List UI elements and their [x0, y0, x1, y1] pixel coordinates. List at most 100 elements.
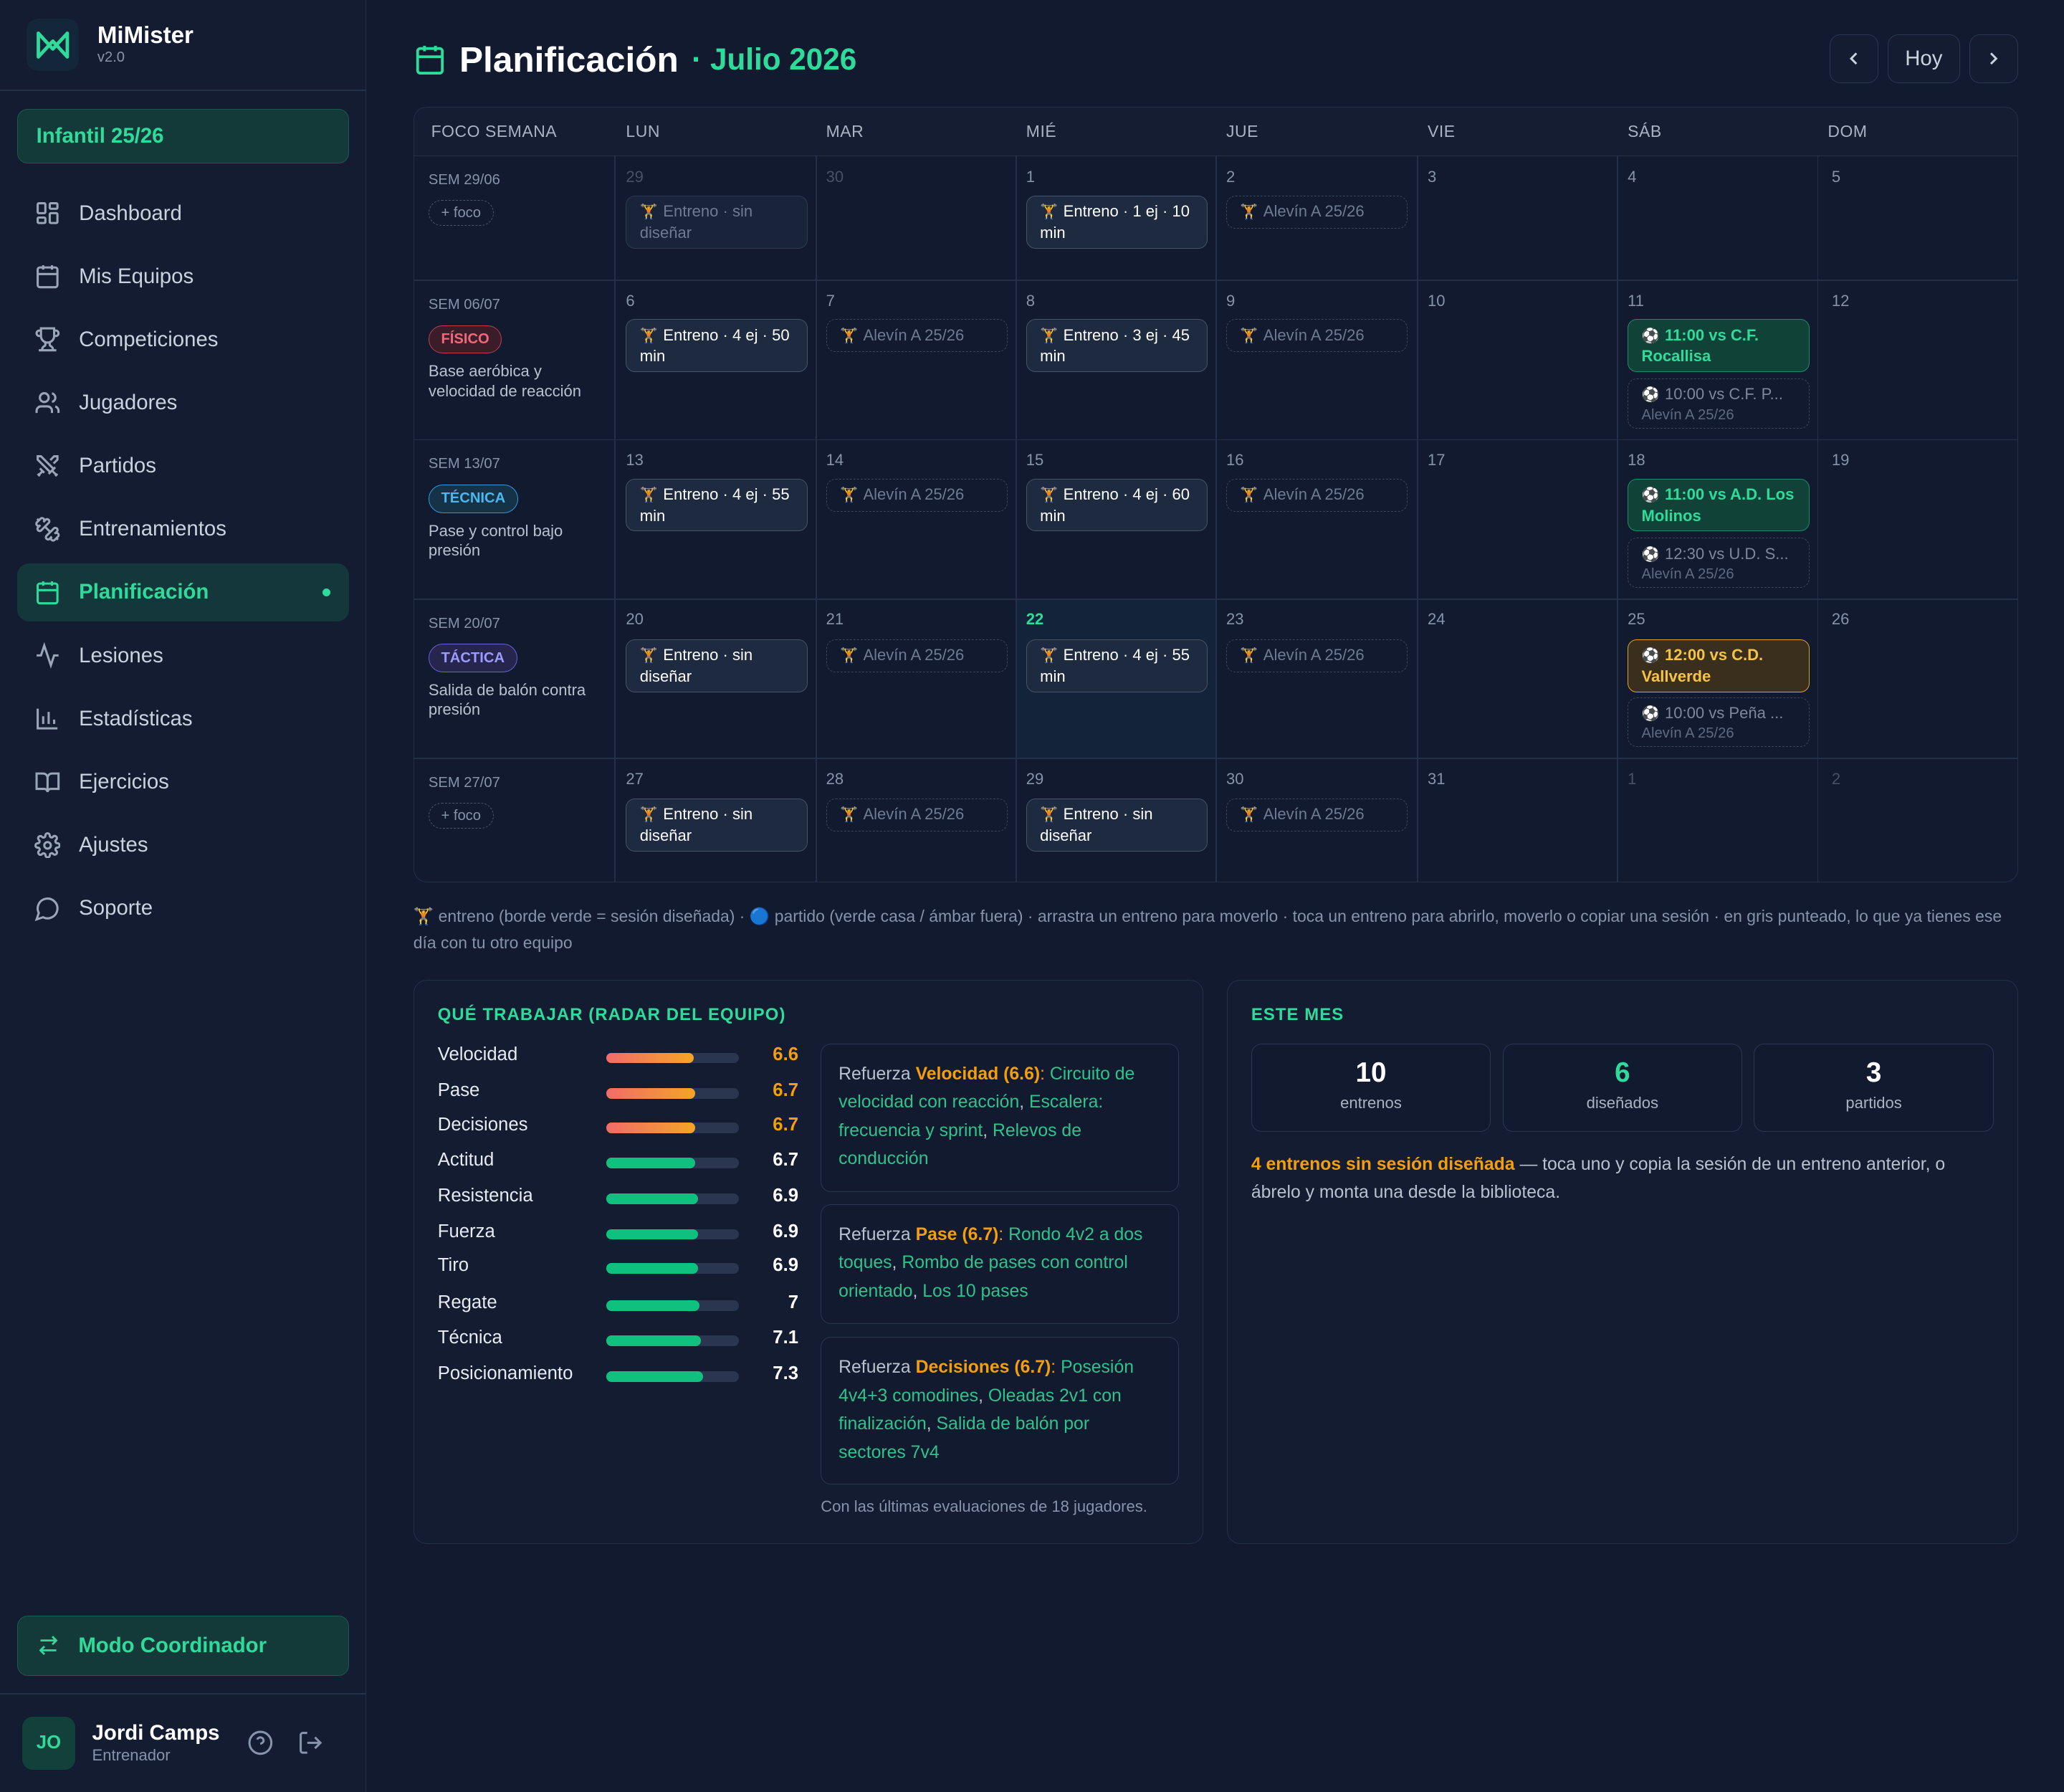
sidebar-item-jugadores[interactable]: Jugadores [17, 374, 349, 432]
skill-name: Pase [437, 1080, 480, 1101]
event-label: Entreno · 4 ej · 55 min [639, 485, 790, 525]
sidebar-item-competiciones[interactable]: Competiciones [17, 310, 349, 368]
focus-description: Base aeróbica y velocidad de reacción [428, 362, 582, 401]
skill-value: 7.1 [773, 1328, 799, 1348]
month-warning: 4 entrenos sin sesión diseñada [1251, 1155, 1515, 1175]
radar-row: Resistencia 6.9 [438, 1186, 798, 1212]
match-event-away[interactable]: ⚽ 12:00 vs C.D. Vallverde [1628, 639, 1810, 692]
col-header-tue: MAR [826, 121, 864, 140]
week-label: SEM 27/07 [428, 774, 500, 791]
training-event[interactable]: 🏋 Entreno · 3 ej · 45 min [1026, 319, 1208, 373]
event-label: Alevín A 25/26 [1263, 325, 1365, 344]
training-event[interactable]: 🏋 Entreno · sin diseñar [1026, 799, 1208, 852]
sidebar-item-entrenamientos[interactable]: Entrenamientos [17, 500, 349, 558]
recommendation-card[interactable]: Refuerza Velocidad (6.6): Circuito de ve… [821, 1043, 1179, 1193]
coordinator-mode-button[interactable]: Modo Coordinador [16, 1615, 349, 1677]
training-event[interactable]: 🏋 Entreno · 4 ej · 50 min [626, 319, 808, 373]
recommendation-card[interactable]: Refuerza Pase (6.7): Rondo 4v2 a dos toq… [821, 1204, 1179, 1324]
sidebar-item-label: Ejercicios [79, 769, 169, 793]
sidebar-item-label: Soporte [79, 896, 153, 920]
sidebar-item-mis-equipos[interactable]: Mis Equipos [17, 247, 349, 305]
month-note: 4 entrenos sin sesión diseñada — toca un… [1251, 1151, 1989, 1206]
chevron-left-icon [1843, 48, 1864, 69]
stat-value: 3 [1865, 1057, 1882, 1089]
skill-bar-fill [606, 1229, 698, 1240]
training-event[interactable]: 🏋 Entreno · 4 ej · 55 min [626, 478, 808, 532]
training-icon: 🏋 [1240, 328, 1258, 344]
training-event[interactable]: 🏋 Entreno · sin diseñar [626, 799, 808, 852]
sidebar-item-planificacion[interactable]: Planificación [16, 563, 349, 621]
rec-skill: Pase (6.7) [915, 1224, 999, 1244]
other-team-event: 🏋 Alevín A 25/26 [826, 478, 1008, 512]
day-number: 25 [1628, 610, 1645, 629]
event-label: 12:30 vs U.D. S... [1664, 544, 1789, 563]
stat-label: diseñados [1586, 1094, 1659, 1112]
sidebar-item-partidos[interactable]: Partidos [17, 437, 349, 495]
avatar[interactable]: JO [22, 1717, 75, 1770]
day-number: 18 [1628, 451, 1645, 470]
training-icon: 🏋 [839, 328, 859, 344]
other-team-event: 🏋 Alevín A 25/26 [1226, 195, 1408, 229]
sidebar-item-lesiones[interactable]: Lesiones [17, 626, 349, 685]
event-team: Alevín A 25/26 [1641, 407, 1734, 424]
training-event[interactable]: 🏋 Entreno · 1 ej · 10 min [1026, 195, 1208, 249]
focus-tag[interactable]: TÁCTICA [428, 644, 517, 672]
training-icon: 🏋 [1240, 487, 1258, 504]
sidebar-item-ajustes[interactable]: Ajustes [17, 816, 349, 874]
recommendation-card[interactable]: Refuerza Decisiones (6.7): Posesión 4v4+… [821, 1337, 1179, 1484]
training-icon: 🏋 [839, 807, 859, 824]
exercise-link[interactable]: Los 10 pases [922, 1282, 1028, 1301]
training-event[interactable]: 🏋 Entreno · 4 ej · 60 min [1026, 478, 1208, 532]
sidebar-item-label: Ajustes [79, 833, 148, 857]
today-button[interactable]: Hoy [1887, 34, 1960, 83]
focus-tag[interactable]: FÍSICO [428, 325, 502, 354]
event-label: Alevín A 25/26 [1263, 646, 1365, 664]
logout-icon[interactable] [297, 1730, 324, 1756]
training-event[interactable]: 🏋 Entreno · 4 ej · 55 min [1026, 639, 1208, 692]
prev-month-button[interactable] [1830, 34, 1878, 83]
skill-bar-track [606, 1371, 740, 1382]
swap-icon [37, 1634, 60, 1657]
training-event[interactable]: 🏋 Entreno · sin diseñar [626, 195, 808, 249]
skill-value: 6.7 [773, 1080, 799, 1101]
skill-value: 7 [788, 1292, 799, 1312]
week-label: SEM 13/07 [428, 456, 500, 472]
help-icon[interactable] [247, 1730, 274, 1756]
skill-bar-fill [606, 1088, 696, 1099]
sidebar-item-dashboard[interactable]: Dashboard [17, 184, 349, 242]
other-team-event: 🏋 Alevín A 25/26 [1226, 478, 1408, 512]
stat-trainings: 10 entrenos [1251, 1043, 1491, 1132]
col-header-mon: LUN [626, 121, 660, 140]
rec-colon: : [1040, 1064, 1050, 1084]
other-team-event: 🏋 Alevín A 25/26 [1226, 319, 1408, 353]
training-event[interactable]: 🏋 Entreno · sin diseñar [626, 639, 808, 692]
match-event-home[interactable]: ⚽ 11:00 vs C.F. Rocallisa [1628, 319, 1810, 373]
day-number: 24 [1427, 610, 1446, 629]
next-month-button[interactable] [1969, 34, 2018, 83]
week-focus-cell: SEM 20/07 TÁCTICA Salida de balón contra… [428, 616, 606, 720]
training-icon: 🏋 [639, 328, 658, 344]
rec-prefix: Refuerza [838, 1064, 916, 1084]
focus-tag[interactable]: TÉCNICA [428, 485, 518, 513]
day-number: 9 [1226, 291, 1236, 310]
sidebar-item-label: Planificación [79, 580, 209, 604]
skill-name: Posicionamiento [437, 1363, 573, 1383]
add-focus-button[interactable]: + foco [428, 803, 494, 829]
team-selector[interactable]: Infantil 25/26 [16, 109, 349, 163]
training-icon: 🏋 [1040, 807, 1059, 824]
sidebar-item-ejercicios[interactable]: Ejercicios [17, 753, 349, 811]
match-event-home[interactable]: ⚽ 11:00 vs A.D. Los Molinos [1628, 478, 1810, 532]
app-version: v2.0 [97, 49, 125, 65]
other-team-match: ⚽ 10:00 vs Peña ... Alevín A 25/26 [1628, 697, 1810, 748]
sidebar-item-estadisticas[interactable]: Estadísticas [17, 690, 349, 748]
event-label: 11:00 vs A.D. Los Molinos [1641, 485, 1795, 525]
week-label: SEM 29/06 [428, 171, 500, 188]
day-number: 4 [1628, 168, 1637, 186]
brand[interactable]: MiMister v2.0 [26, 18, 194, 72]
sidebar-item-soporte[interactable]: Soporte [17, 880, 349, 938]
sidebar-item-label: Estadísticas [79, 706, 193, 730]
grid-line [414, 439, 2017, 441]
week-focus-cell: SEM 06/07 FÍSICO Base aeróbica y velocid… [428, 297, 606, 401]
add-focus-button[interactable]: + foco [428, 200, 494, 227]
user-role: Entrenador [92, 1746, 171, 1765]
